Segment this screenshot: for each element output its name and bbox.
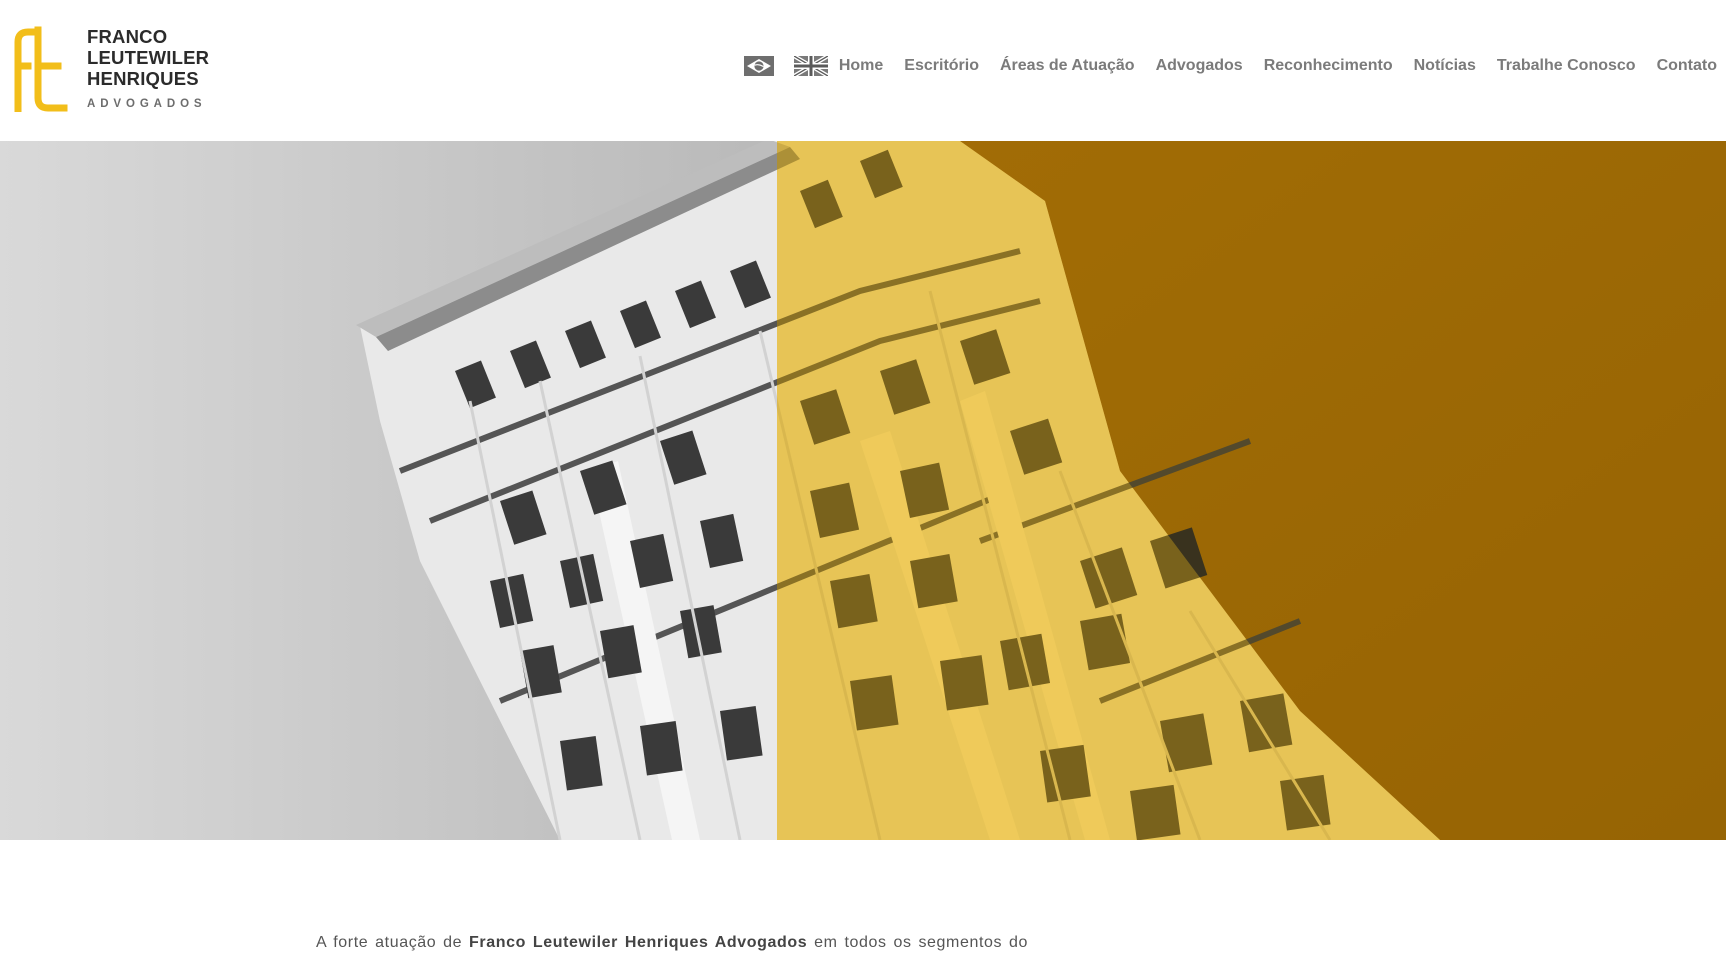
- site-header: FRANCO LEUTEWILER HENRIQUES ADVOGADOS Ho…: [0, 0, 1726, 141]
- intro-firm-name: Franco Leutewiler Henriques Advogados: [469, 934, 808, 951]
- logo-subtitle: ADVOGADOS: [87, 98, 207, 110]
- page: FRANCO LEUTEWILER HENRIQUES ADVOGADOS Ho…: [0, 0, 1726, 953]
- uk-flag-icon[interactable]: [793, 56, 828, 76]
- hero-building-image: [0, 141, 1726, 840]
- intro-text-before: A forte atuação de: [316, 934, 463, 951]
- nav-home[interactable]: Home: [839, 57, 883, 75]
- intro-text-after: em todos os segmentos do: [814, 934, 1028, 951]
- logo-line-2: LEUTEWILER: [87, 47, 210, 68]
- nav-trabalhe-conosco[interactable]: Trabalhe Conosco: [1497, 57, 1636, 75]
- nav-escritorio[interactable]: Escritório: [904, 57, 979, 75]
- brazil-flag-icon[interactable]: [743, 56, 774, 76]
- nav-noticias[interactable]: Notícias: [1414, 57, 1476, 75]
- logo-line-3: HENRIQUES: [87, 68, 199, 89]
- nav-reconhecimento[interactable]: Reconhecimento: [1264, 57, 1393, 75]
- main-nav: Home Escritório Áreas de Atuação Advogad…: [743, 56, 1717, 76]
- nav-areas-de-atuacao[interactable]: Áreas de Atuação: [1000, 57, 1135, 75]
- logo-monogram-icon: [14, 26, 68, 112]
- logo-wordmark: FRANCO LEUTEWILER HENRIQUES: [87, 26, 227, 89]
- nav-advogados[interactable]: Advogados: [1156, 57, 1243, 75]
- nav-contato[interactable]: Contato: [1657, 57, 1717, 75]
- hero-banner: [0, 141, 1726, 840]
- intro-paragraph: A forte atuação de Franco Leutewiler Hen…: [316, 932, 1028, 953]
- logo-line-1: FRANCO: [87, 26, 168, 47]
